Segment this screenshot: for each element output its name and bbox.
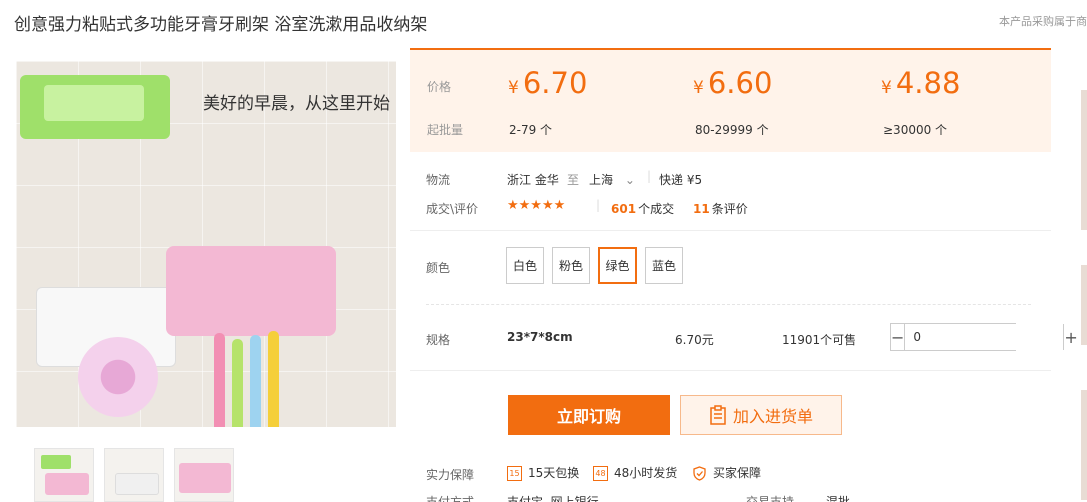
thumbnail-2[interactable] xyxy=(104,448,164,502)
logistics-to: 至 xyxy=(567,173,580,187)
spec-stock: 11901个可售 xyxy=(782,333,857,347)
destination-select[interactable]: 上海 ⌄ xyxy=(589,171,635,188)
image-green-shelf xyxy=(20,75,170,139)
separator: | xyxy=(647,169,652,183)
chevron-down-icon: ⌄ xyxy=(624,173,635,187)
color-option-pink[interactable]: 粉色 xyxy=(552,247,590,284)
guarantee-15-day-exchange[interactable]: 15 15天包换 xyxy=(507,464,579,481)
logistics-origin: 浙江 金华 xyxy=(507,173,559,187)
color-option-blue[interactable]: 蓝色 xyxy=(645,247,683,284)
top-right-note: 本产品采购属于商 xyxy=(999,15,1087,28)
price-label: 价格 xyxy=(427,80,452,94)
price-panel: 价格 起批量 ¥6.70 ¥6.60 ¥4.88 2-79 个 80-29999… xyxy=(410,48,1051,152)
price-tier-1: ¥6.70 xyxy=(508,66,587,100)
section-divider xyxy=(410,230,1051,231)
rating-stars: ★★★★★ xyxy=(507,198,566,213)
clipboard-icon xyxy=(710,405,726,425)
image-brush-pink xyxy=(214,333,225,427)
thumbnail-1[interactable] xyxy=(34,448,94,502)
qty-tier-2: 80-29999 个 xyxy=(695,123,769,137)
product-main-image[interactable]: 美好的早晨，从这里开始 xyxy=(16,61,396,427)
guarantee-48h-shipping[interactable]: 48 48小时发货 xyxy=(593,464,677,481)
image-brush-blue xyxy=(250,335,261,427)
logistics-label: 物流 xyxy=(426,173,451,187)
section-divider xyxy=(410,370,1051,371)
spec-price: 6.70元 xyxy=(675,333,714,347)
currency-symbol: ¥ xyxy=(693,78,704,98)
image-slogan: 美好的早晨，从这里开始 xyxy=(203,94,390,114)
guarantee-label: 实力保障 xyxy=(426,468,475,482)
reviews-label: 成交\评价 xyxy=(426,202,479,216)
image-brush-green xyxy=(232,339,243,427)
reviews-link[interactable]: 11 条评价 xyxy=(693,200,748,217)
price-tier-3: ¥4.88 xyxy=(881,66,960,100)
review-suffix: 条评价 xyxy=(711,202,748,216)
color-label: 颜色 xyxy=(426,261,451,275)
deals-link[interactable]: 601 个成交 xyxy=(611,200,674,217)
image-brush-yellow xyxy=(268,331,279,427)
trade-support-value: 混批 xyxy=(826,495,851,502)
separator: | xyxy=(596,198,601,212)
add-to-cart-label: 加入进货单 xyxy=(732,407,813,426)
add-to-cart-button[interactable]: 加入进货单 xyxy=(680,395,842,435)
price-value: 6.60 xyxy=(707,66,773,100)
color-option-white[interactable]: 白色 xyxy=(506,247,544,284)
deals-suffix: 个成交 xyxy=(638,202,675,216)
spec-divider xyxy=(426,304,1031,305)
spec-label: 规格 xyxy=(426,333,451,347)
guarantee-text: 48小时发货 xyxy=(614,466,678,480)
product-title: 创意强力粘贴式多功能牙膏牙刷架 浴室洗漱用品收纳架 xyxy=(14,15,428,35)
express-fee: 快递 ¥5 xyxy=(659,173,703,187)
guarantee-buyer-protection[interactable]: 买家保障 xyxy=(692,464,761,481)
destination-value: 上海 xyxy=(589,173,614,187)
review-count: 11 xyxy=(693,202,710,216)
image-pink-holder xyxy=(166,246,336,336)
right-side-strip xyxy=(1079,50,1087,502)
deals-count: 601 xyxy=(611,202,637,216)
guarantee-text: 15天包换 xyxy=(528,466,580,480)
quantity-input[interactable] xyxy=(905,324,1064,350)
thumbnail-strip xyxy=(34,448,234,502)
price-value: 6.70 xyxy=(522,66,588,100)
color-option-green[interactable]: 绿色 xyxy=(598,247,637,284)
moq-label: 起批量 xyxy=(427,123,464,137)
buy-now-button[interactable]: 立即订购 xyxy=(508,395,670,435)
quantity-decrease-button[interactable]: − xyxy=(891,324,906,350)
qty-tier-3: ≥30000 个 xyxy=(883,123,948,137)
price-value: 4.88 xyxy=(895,66,961,100)
qty-tier-1: 2-79 个 xyxy=(509,123,553,137)
quantity-increase-button[interactable]: + xyxy=(1063,324,1078,350)
shield-icon xyxy=(692,466,707,481)
thumbnail-3[interactable] xyxy=(174,448,234,502)
currency-symbol: ¥ xyxy=(881,78,892,98)
payment-methods: 支付宝 网上银行 xyxy=(507,495,599,502)
image-flower-hook xyxy=(78,337,158,417)
guarantee-text: 买家保障 xyxy=(713,466,762,480)
price-tier-2: ¥6.60 xyxy=(693,66,772,100)
quantity-stepper: − + xyxy=(890,323,1078,351)
payment-label: 支付方式 xyxy=(426,495,475,502)
currency-symbol: ¥ xyxy=(508,78,519,98)
spec-name: 23*7*8cm xyxy=(507,330,573,344)
fifteen-day-icon: 15 xyxy=(507,466,522,481)
forty-eight-hour-icon: 48 xyxy=(593,466,608,481)
trade-support-label: 交易支持 xyxy=(746,495,795,502)
